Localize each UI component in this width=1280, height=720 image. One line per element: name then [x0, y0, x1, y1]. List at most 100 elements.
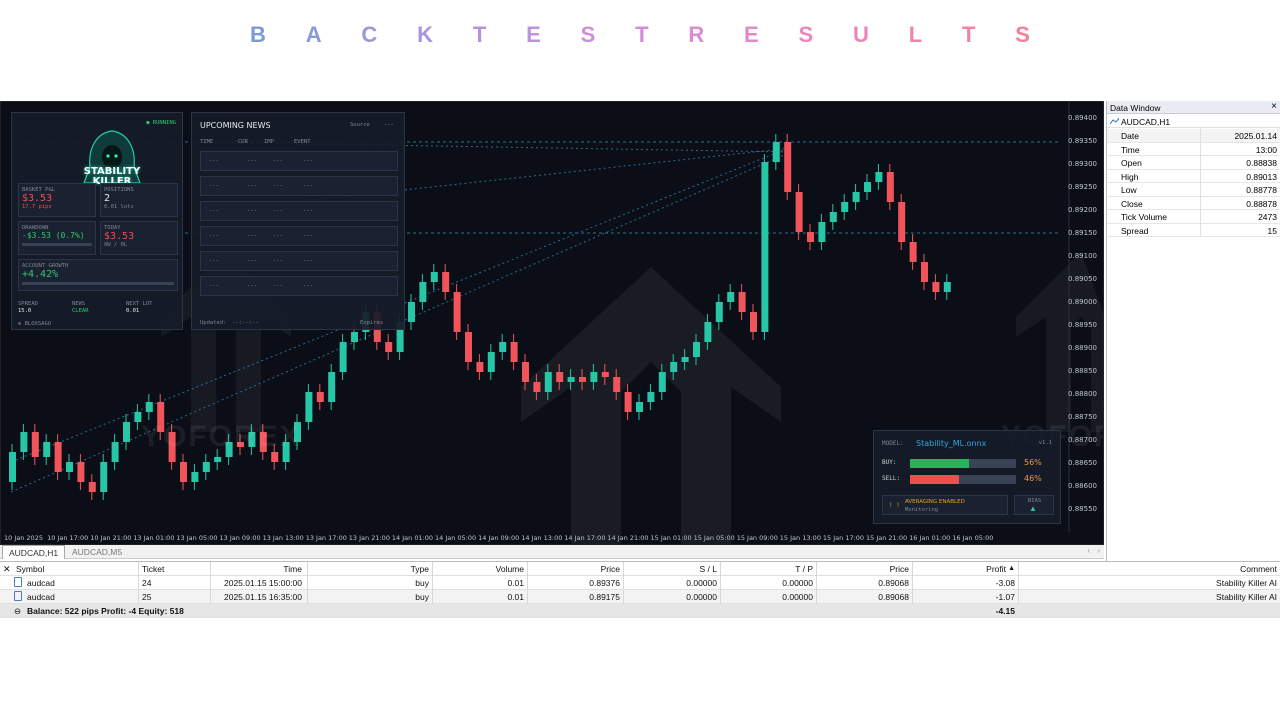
candle-body [408, 302, 415, 322]
ea-dashboard-panel: ● RUNNING STABILITY KILLER BASKET P&L $3… [11, 112, 183, 330]
news-cell: --- [247, 158, 257, 164]
spread-label: SPREAD [18, 301, 38, 307]
time-tick-label: 15 Jan 17:00 [822, 534, 865, 542]
tab-scroll-left-icon[interactable]: ‹ [1087, 546, 1090, 555]
data-window-value: 13:00 [1255, 144, 1277, 155]
candle-body [601, 372, 609, 377]
collapse-icon[interactable]: ⊖ [14, 606, 21, 617]
candle-body [43, 442, 51, 457]
candle-body [921, 262, 928, 282]
heading-letter: T [962, 22, 976, 47]
cell-volume: 0.01 [507, 592, 524, 602]
time-tick-label: 13 Jan 13:00 [262, 534, 304, 542]
growth-card: ACCOUNT GROWTH +4.42% [18, 259, 178, 291]
candle-body [556, 372, 564, 382]
candle-body [20, 432, 28, 452]
news-row: --- --- --- --- [200, 276, 398, 296]
time-tick-label: 14 Jan 01:00 [391, 534, 434, 542]
news-source-label: Source [350, 122, 370, 128]
news-cell: --- [247, 283, 257, 289]
table-row[interactable]: audcad 24 2025.01.15 15:00:00 buy 0.01 0.8937… [0, 576, 1280, 590]
col-ticket[interactable]: Ticket [142, 564, 164, 574]
time-tick-label: 13 Jan 17:00 [305, 534, 347, 542]
candle-body [864, 182, 871, 192]
tab-audcad-m5[interactable]: AUDCAD,M5 [66, 545, 128, 559]
page-heading: BACKTESTRESULTS [250, 22, 1030, 50]
col-time[interactable]: Time [283, 564, 302, 574]
heading-letter: S [580, 22, 596, 47]
news-cell: --- [273, 208, 283, 214]
col-volume[interactable]: Volume [496, 564, 524, 574]
time-tick-label: 14 Jan 09:00 [478, 534, 520, 542]
news-cell: --- [303, 233, 313, 239]
drawdown-bar [22, 243, 92, 246]
data-window-row: Close 0.88878 [1107, 197, 1280, 210]
heading-letter: B [250, 22, 266, 47]
candle-body [647, 392, 655, 402]
model-tag: v1.1 [1038, 440, 1052, 446]
col-symbol[interactable]: Symbol [16, 564, 44, 574]
tab-scroll-right-icon[interactable]: › [1097, 546, 1100, 555]
price-chart[interactable]: YOFOREX YOFOREX 0.894000.893500.893000.8… [0, 101, 1104, 545]
cell-volume: 0.01 [507, 578, 524, 588]
news-status-value: CLEAR [72, 308, 89, 314]
heading-letter: S [798, 22, 814, 47]
cell-price: 0.89175 [589, 592, 620, 602]
data-window-key: Tick Volume [1121, 212, 1167, 222]
news-col-cur: CUR [238, 139, 248, 145]
status-indicator: ● RUNNING [146, 120, 176, 126]
summary-text: Balance: 522 pips Profit: -4 Equity: 518 [27, 606, 184, 616]
cell-ticket: 25 [142, 592, 152, 602]
sell-percent: 46% [1024, 474, 1042, 483]
time-tick-label: 16 Jan 05:00 [952, 534, 994, 542]
tab-audcad-h1[interactable]: AUDCAD,H1 [2, 545, 66, 559]
cell-comment: Stability Killer AI [1216, 592, 1277, 602]
summary-row: ⊖ Balance: 522 pips Profit: -4 Equity: 5… [0, 604, 1280, 618]
candle-body [807, 232, 814, 242]
col-price[interactable]: Price [601, 564, 620, 574]
candle-body [54, 442, 62, 472]
col-type[interactable]: Type [411, 564, 429, 574]
col-tp[interactable]: T / P [795, 564, 813, 574]
candle-body [636, 402, 643, 412]
candle-body [316, 392, 324, 402]
news-title: UPCOMING NEWS [200, 121, 271, 130]
candle-body [351, 332, 358, 342]
today-value: $3.53 [104, 231, 135, 242]
model-name: Stability_ML.onnx [916, 439, 987, 448]
candle-body [715, 302, 723, 322]
basket-pl-card: BASKET P&L $3.53 17.7 pips [18, 183, 96, 217]
price-tick-label: 0.89350 [1068, 137, 1097, 145]
news-cell: --- [303, 158, 313, 164]
news-cell: --- [303, 258, 313, 264]
candle-body [385, 342, 393, 352]
news-row: --- --- --- --- [200, 226, 398, 246]
candle-body [727, 292, 735, 302]
candle-body [305, 392, 313, 422]
data-window-row: Low 0.88778 [1107, 183, 1280, 197]
col-profit[interactable]: Profit [986, 564, 1006, 574]
price-tick-label: 0.89300 [1068, 160, 1097, 168]
candle-body [784, 142, 792, 192]
data-window-key: Low [1121, 185, 1137, 195]
news-col-imp: IMP [264, 139, 274, 145]
close-icon[interactable]: ✕ [3, 564, 11, 575]
candle-body [66, 462, 73, 472]
candle-body [670, 362, 678, 372]
data-window-key: Spread [1121, 225, 1149, 236]
cell-profit: -1.07 [995, 592, 1015, 602]
trade-table: ✕ Symbol Ticket Time Type Volume Price S… [0, 561, 1280, 619]
col-price-current[interactable]: Price [890, 564, 909, 574]
upcoming-news-panel: UPCOMING NEWS Source --- TIME CUR IMP EV… [191, 112, 405, 330]
heading-letter: R [688, 22, 705, 47]
col-comment[interactable]: Comment [1240, 564, 1277, 574]
today-card: TODAY $3.53 0W / 0L [100, 221, 178, 255]
col-sl[interactable]: S / L [700, 564, 717, 574]
cell-symbol: audcad [27, 592, 55, 602]
candle-body [453, 292, 461, 332]
table-row[interactable]: audcad 25 2025.01.15 16:35:00 buy 0.01 0.8917… [0, 590, 1280, 604]
candle-body [100, 462, 108, 492]
close-icon[interactable]: × [1271, 101, 1277, 112]
news-cell: --- [209, 233, 219, 239]
candle-body [943, 282, 951, 292]
